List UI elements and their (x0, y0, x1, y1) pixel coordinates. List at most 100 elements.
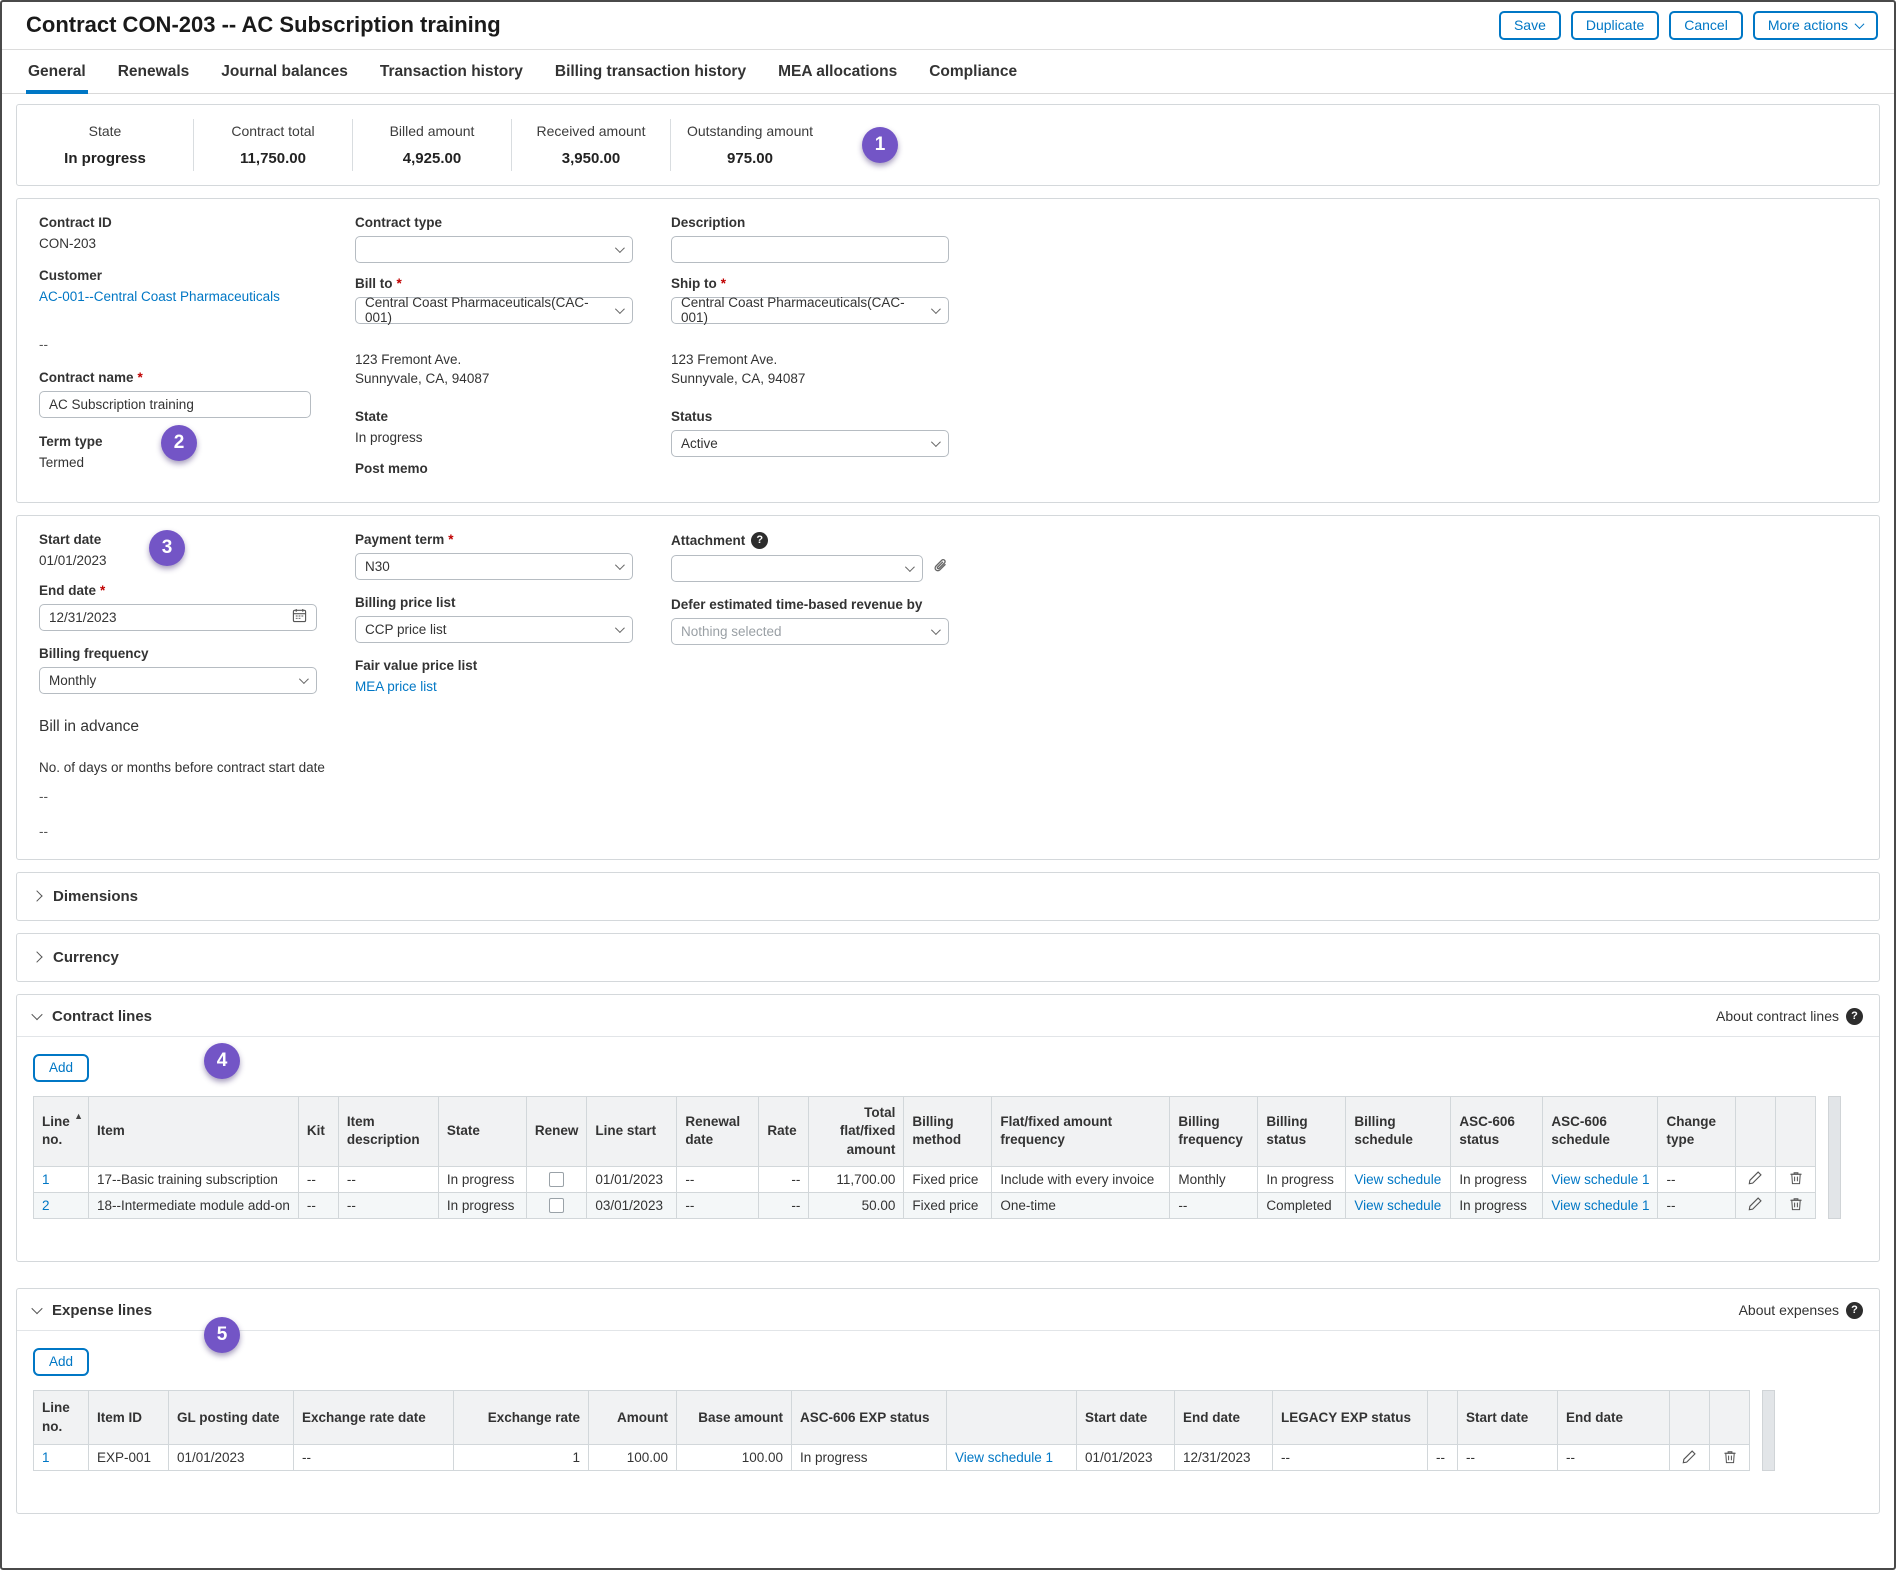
overview-panel: Contract ID CON-203 Customer AC-001--Cen… (16, 198, 1880, 503)
view-asc606-schedule-link[interactable]: View schedule 1 (1551, 1172, 1649, 1187)
col-line-no[interactable]: Line no.▲ (34, 1096, 89, 1166)
description-input[interactable] (671, 236, 949, 263)
line-no-link[interactable]: 2 (42, 1198, 50, 1213)
col-schedule (947, 1391, 1077, 1445)
more-actions-button[interactable]: More actions (1753, 11, 1878, 40)
summary-state-value: In progress (17, 150, 193, 167)
tab-journal-balances[interactable]: Journal balances (219, 50, 350, 93)
line-no-link[interactable]: 1 (42, 1172, 50, 1187)
line-no-link[interactable]: 1 (42, 1450, 50, 1465)
tab-general[interactable]: General (26, 50, 88, 93)
billing-price-list-select[interactable]: CCP price list (355, 616, 633, 643)
delete-icon[interactable] (1710, 1445, 1750, 1471)
view-asc606-schedule-link[interactable]: View schedule 1 (1551, 1198, 1649, 1213)
top-bar: Contract CON-203 -- AC Subscription trai… (2, 2, 1894, 50)
col-billing-frequency: Billing frequency (1170, 1096, 1258, 1166)
col-renew: Renew (526, 1096, 587, 1166)
col-renewal-date: Renewal date (677, 1096, 759, 1166)
chevron-down-icon (615, 560, 625, 570)
attachment-select[interactable] (671, 555, 923, 582)
attachment-row (671, 555, 987, 582)
edit-icon[interactable] (1736, 1166, 1776, 1192)
view-billing-schedule-link[interactable]: View schedule (1354, 1172, 1441, 1187)
contract-name-input[interactable] (39, 391, 311, 418)
help-icon[interactable]: ? (1846, 1302, 1863, 1319)
col-exchange-rate: Exchange rate (454, 1391, 589, 1445)
col-billing-status: Billing status (1258, 1096, 1346, 1166)
tab-mea-allocations[interactable]: MEA allocations (776, 50, 899, 93)
col-total-flat-fixed: Total flat/fixed amount (809, 1096, 904, 1166)
bill-to-select[interactable]: Central Coast Pharmaceuticals(CAC-001) (355, 297, 633, 324)
contract-lines-toggle[interactable]: Contract lines (33, 1008, 152, 1025)
edit-icon[interactable] (1670, 1445, 1710, 1471)
col-item-id: Item ID (89, 1391, 169, 1445)
status-select[interactable]: Active (671, 430, 949, 457)
more-actions-label: More actions (1768, 17, 1848, 34)
col-delete (1710, 1391, 1750, 1445)
add-expense-line-button[interactable]: Add (33, 1348, 89, 1376)
about-expenses[interactable]: About expenses ? (1739, 1302, 1863, 1319)
summary-panel: State In progress Contract total 11,750.… (16, 104, 1880, 186)
chevron-down-icon (615, 304, 625, 314)
expense-lines-table: Line no. Item ID GL posting date Exchang… (33, 1390, 1750, 1471)
billing-column-2: Payment term* N30 Billing price list CCP… (355, 530, 671, 839)
required-asterisk: * (138, 370, 143, 385)
col-billing-method: Billing method (904, 1096, 992, 1166)
end-date-input[interactable]: 12/31/2023 (39, 604, 317, 631)
add-contract-line-button[interactable]: Add (33, 1054, 89, 1082)
contract-type-label: Contract type (355, 215, 671, 230)
tab-renewals[interactable]: Renewals (116, 50, 192, 93)
expense-lines-toggle[interactable]: Expense lines (33, 1302, 152, 1319)
defer-revenue-select[interactable]: Nothing selected (671, 618, 949, 645)
tab-compliance[interactable]: Compliance (927, 50, 1019, 93)
table-scrollbar[interactable] (1828, 1096, 1841, 1219)
customer-link[interactable]: AC-001--Central Coast Pharmaceuticals (39, 289, 355, 304)
contract-lines-panel: Contract lines About contract lines ? Ad… (16, 994, 1880, 1262)
mea-price-list-link[interactable]: MEA price list (355, 679, 671, 694)
chevron-down-icon (31, 1009, 42, 1020)
ship-to-select[interactable]: Central Coast Pharmaceuticals(CAC-001) (671, 297, 949, 324)
delete-icon[interactable] (1776, 1166, 1816, 1192)
summary-received-amount: Received amount 3,950.00 (511, 119, 670, 171)
paperclip-icon[interactable] (932, 557, 950, 580)
required-asterisk: * (397, 276, 402, 291)
state-value: In progress (355, 430, 671, 445)
expense-lines-header: Expense lines About expenses ? (17, 1289, 1879, 1331)
chevron-down-icon (931, 304, 941, 314)
billing-column-1: Start date 01/01/2023 3 End date* 12/31/… (39, 530, 355, 839)
sort-ascending-icon: ▲ (74, 1110, 83, 1122)
view-expense-schedule-link[interactable]: View schedule 1 (955, 1450, 1053, 1465)
col-line-no: Line no. (34, 1391, 89, 1445)
col-asc606-status: ASC-606 status (1451, 1096, 1543, 1166)
about-contract-lines[interactable]: About contract lines ? (1716, 1008, 1863, 1025)
cancel-button[interactable]: Cancel (1669, 11, 1743, 40)
help-icon[interactable]: ? (1846, 1008, 1863, 1025)
fair-value-price-list-label: Fair value price list (355, 658, 671, 673)
defer-revenue-label: Defer estimated time-based revenue by (671, 597, 987, 612)
tab-transaction-history[interactable]: Transaction history (378, 50, 525, 93)
delete-icon[interactable] (1776, 1192, 1816, 1218)
col-flat-fixed-frequency: Flat/fixed amount frequency (992, 1096, 1170, 1166)
save-button[interactable]: Save (1499, 11, 1561, 40)
chevron-down-icon (1855, 19, 1865, 29)
renew-checkbox[interactable] (549, 1172, 564, 1187)
currency-section-toggle[interactable]: Currency (16, 933, 1880, 982)
renew-checkbox[interactable] (549, 1198, 564, 1213)
view-billing-schedule-link[interactable]: View schedule (1354, 1198, 1441, 1213)
summary-contract-total: Contract total 11,750.00 (193, 119, 352, 171)
chevron-down-icon (31, 1303, 42, 1314)
start-date-value: 01/01/2023 (39, 553, 355, 568)
dimensions-section-toggle[interactable]: Dimensions (16, 872, 1880, 921)
edit-icon[interactable] (1736, 1192, 1776, 1218)
required-asterisk: * (721, 276, 726, 291)
tab-billing-transaction-history[interactable]: Billing transaction history (553, 50, 748, 93)
contract-type-select[interactable] (355, 236, 633, 263)
billing-frequency-select[interactable]: Monthly (39, 667, 317, 694)
payment-term-select[interactable]: N30 (355, 553, 633, 580)
help-icon[interactable]: ? (751, 532, 768, 549)
duplicate-button[interactable]: Duplicate (1571, 11, 1659, 40)
contract-lines-table-wrap: Line no.▲ Item Kit Item description Stat… (17, 1096, 1879, 1219)
calendar-icon[interactable] (292, 608, 307, 626)
bill-to-address-2: Sunnyvale, CA, 94087 (355, 371, 671, 386)
table-scrollbar[interactable] (1762, 1390, 1775, 1471)
